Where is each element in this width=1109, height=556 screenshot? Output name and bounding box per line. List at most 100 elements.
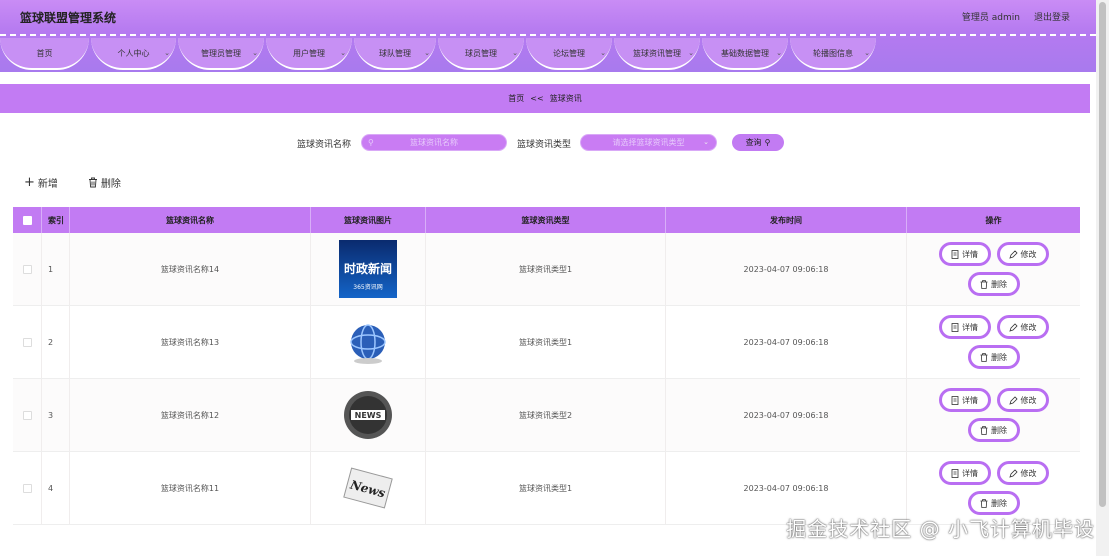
current-user: 管理员 admin: [961, 13, 1020, 23]
nav-item-1[interactable]: 个人中心 ⌄: [91, 38, 176, 70]
user-area: 管理员 admin 退出登录: [962, 10, 1070, 23]
chevron-down-icon: ⌄: [512, 49, 518, 57]
row-index: 4: [42, 452, 70, 524]
row-image-cell: News: [311, 452, 426, 524]
row-delete-button[interactable]: 删除: [967, 418, 1020, 442]
delete-label: 删除: [100, 179, 121, 190]
edit-button[interactable]: 修改: [996, 461, 1049, 485]
trash-icon: [980, 352, 988, 362]
edit-label: 修改: [1020, 395, 1037, 405]
nav-item-label: 管理员管理: [201, 48, 241, 58]
add-button[interactable]: + 新增: [24, 174, 58, 191]
detail-button[interactable]: 详情: [938, 388, 991, 412]
table-header: 索引 篮球资讯名称 篮球资讯图片 篮球资讯类型 发布时间 操作: [13, 207, 1080, 233]
row-checkbox[interactable]: [22, 483, 32, 493]
select-all-checkbox[interactable]: [22, 215, 32, 225]
app-title: 篮球联盟管理系统: [20, 11, 117, 25]
row-checkbox[interactable]: [22, 264, 32, 274]
edit-icon: [1008, 468, 1018, 478]
name-search-placeholder: 篮球资讯名称: [410, 138, 458, 147]
table-row: 1 篮球资讯名称14 时政新闻 365资讯网 篮球资讯类型1 2023-04-07 09:…: [13, 233, 1080, 306]
nav-item-6[interactable]: 论坛管理 ⌄: [526, 38, 612, 70]
edit-button[interactable]: 修改: [996, 315, 1049, 339]
logout-link[interactable]: 退出登录: [1034, 10, 1070, 23]
type-select-label: 篮球资讯类型: [517, 140, 572, 150]
chevron-down-icon: ⌄: [600, 49, 606, 57]
type-select-placeholder: 请选择篮球资讯类型: [612, 138, 685, 147]
vertical-scrollbar[interactable]: [1096, 0, 1109, 556]
chevron-down-icon: ⌄: [164, 49, 170, 57]
delete-button[interactable]: 删除: [88, 175, 121, 190]
edit-label: 修改: [1020, 468, 1037, 478]
row-delete-button[interactable]: 删除: [967, 491, 1020, 515]
header-image: 篮球资讯图片: [311, 207, 426, 233]
nav-item-4[interactable]: 球队管理 ⌄: [354, 38, 436, 70]
row-delete-label: 删除: [991, 425, 1007, 435]
row-name: 篮球资讯名称11: [70, 452, 311, 524]
row-type: 篮球资讯类型1: [426, 233, 666, 305]
document-icon: [951, 468, 959, 478]
chevron-down-icon: ⌄: [688, 49, 694, 57]
news-thumbnail: [339, 313, 397, 371]
row-checkbox[interactable]: [22, 337, 32, 347]
query-button[interactable]: 查询 ⚲: [732, 134, 784, 151]
news-thumbnail: NEWS: [339, 386, 397, 444]
table-row: 2 篮球资讯名称13 篮球资讯类型1 2023-04-07 09:06:18 详情 修改删…: [13, 306, 1080, 379]
trash-icon: [88, 177, 97, 188]
chevron-down-icon: ⌄: [864, 49, 870, 57]
nav-item-9[interactable]: 轮播图信息 ⌄: [790, 38, 876, 70]
row-checkbox[interactable]: [22, 410, 32, 420]
row-index: 3: [42, 379, 70, 451]
nav-item-label: 个人中心: [117, 48, 150, 58]
nav-item-5[interactable]: 球员管理 ⌄: [438, 38, 524, 70]
row-delete-button[interactable]: 删除: [967, 345, 1020, 369]
chevron-down-icon: ⌄: [703, 138, 709, 146]
nav-item-7[interactable]: 篮球资讯管理 ⌄: [614, 38, 700, 70]
header-time: 发布时间: [666, 207, 907, 233]
scrollbar-thumb[interactable]: [1099, 2, 1106, 507]
header-index: 索引: [42, 207, 70, 233]
header-type: 篮球资讯类型: [426, 207, 666, 233]
nav-item-label: 首页: [36, 48, 53, 58]
news-thumbnail: News: [339, 459, 397, 517]
row-delete-button[interactable]: 删除: [967, 272, 1020, 296]
detail-button[interactable]: 详情: [938, 461, 991, 485]
detail-button[interactable]: 详情: [938, 315, 991, 339]
row-index: 1: [42, 233, 70, 305]
row-select-cell: [13, 379, 42, 451]
breadcrumb-home[interactable]: 首页: [508, 93, 524, 104]
nav-item-3[interactable]: 用户管理 ⌄: [266, 38, 352, 70]
nav-item-8[interactable]: 基础数据管理 ⌄: [702, 38, 788, 70]
row-delete-label: 删除: [991, 279, 1007, 289]
row-type: 篮球资讯类型2: [426, 379, 666, 451]
trash-icon: [980, 279, 988, 289]
detail-button[interactable]: 详情: [938, 242, 991, 266]
nav-item-label: 球员管理: [465, 48, 497, 58]
header-actions: 操作: [985, 215, 1002, 225]
trash-icon: [980, 425, 988, 435]
name-search-label: 篮球资讯名称: [297, 140, 352, 150]
row-type: 篮球资讯类型1: [426, 306, 666, 378]
name-search-input[interactable]: ⚲ 篮球资讯名称: [361, 134, 507, 151]
edit-button[interactable]: 修改: [996, 388, 1049, 412]
document-icon: [951, 395, 959, 405]
row-select-cell: [13, 452, 42, 524]
edit-label: 修改: [1020, 322, 1037, 332]
header-divider: [0, 34, 1096, 36]
edit-button[interactable]: 修改: [996, 242, 1049, 266]
row-image-cell: NEWS: [311, 379, 426, 451]
thumbnail-text: NEWS: [355, 411, 382, 420]
nav-item-2[interactable]: 管理员管理 ⌄: [178, 38, 264, 70]
row-type: 篮球资讯类型1: [426, 452, 666, 524]
nav-item-label: 用户管理: [293, 48, 325, 58]
detail-label: 详情: [962, 468, 978, 478]
row-select-cell: [13, 306, 42, 378]
trash-icon: [980, 498, 988, 508]
edit-icon: [1008, 322, 1018, 332]
search-icon: ⚲: [368, 138, 374, 147]
type-select[interactable]: 请选择篮球资讯类型 ⌄: [580, 134, 717, 151]
row-time: 2023-04-07 09:06:18: [666, 306, 907, 378]
plus-icon: +: [24, 174, 35, 190]
row-select-cell: [13, 233, 42, 305]
nav-item-0[interactable]: 首页: [0, 38, 89, 70]
